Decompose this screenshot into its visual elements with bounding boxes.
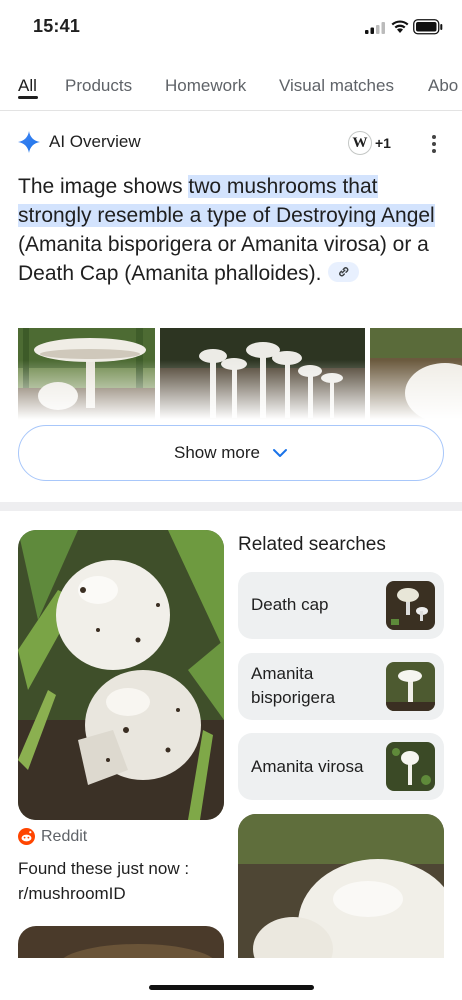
result-image[interactable] [238,814,444,974]
wifi-icon [391,20,409,33]
source-count[interactable]: +1 [375,135,391,151]
ai-overview-fade [0,360,462,430]
related-search-chip[interactable]: Death cap [238,572,444,639]
show-more-button[interactable]: Show more [18,425,444,481]
related-search-label: Amanita bisporigera [251,664,336,707]
related-search-label: Death cap [251,595,329,614]
bottom-safe-area [0,958,462,1000]
related-search-thumbnail [386,581,435,630]
link-icon [338,267,348,277]
home-indicator[interactable] [149,985,314,990]
result-image[interactable] [18,530,224,820]
related-search-thumbnail [386,662,435,711]
battery-icon [413,19,443,35]
wikipedia-source-icon[interactable]: W [348,131,372,155]
related-searches-title: Related searches [238,534,386,555]
ai-overview-title: AI Overview [49,132,141,151]
section-separator [0,502,462,511]
tab-products[interactable]: Products [65,76,132,96]
active-tab-indicator [18,96,38,99]
result-source[interactable]: Reddit [41,828,87,846]
tab-visual-matches[interactable]: Visual matches [279,76,394,96]
status-time: 15:41 [33,16,81,36]
ai-overview-text: The image shows two mushrooms that stron… [18,172,438,288]
related-search-chip[interactable]: Amanita bisporigera [238,653,444,720]
show-more-label: Show more [174,443,260,462]
ai-text-rest: (Amanita bisporigera or Amanita virosa) … [18,233,429,285]
related-search-label: Amanita virosa [251,757,364,776]
result-title[interactable]: Found these just now : r/mushroomID [18,856,224,906]
chevron-down-icon [272,449,287,457]
reddit-icon [18,828,35,845]
related-search-chip[interactable]: Amanita virosa [238,733,444,800]
tab-all[interactable]: All [18,76,37,96]
related-search-thumbnail [386,742,435,791]
more-options-icon[interactable] [426,132,442,154]
tab-about[interactable]: Abo [428,76,458,96]
tab-bar: All Products Homework Visual matches Abo [0,72,462,112]
tab-homework[interactable]: Homework [165,76,246,96]
cell-signal-icon [365,22,385,34]
citation-link-button[interactable] [327,262,359,283]
ai-sparkle-icon [18,131,40,153]
tabs-divider [0,110,462,111]
ai-text-intro: The image shows [18,175,189,198]
